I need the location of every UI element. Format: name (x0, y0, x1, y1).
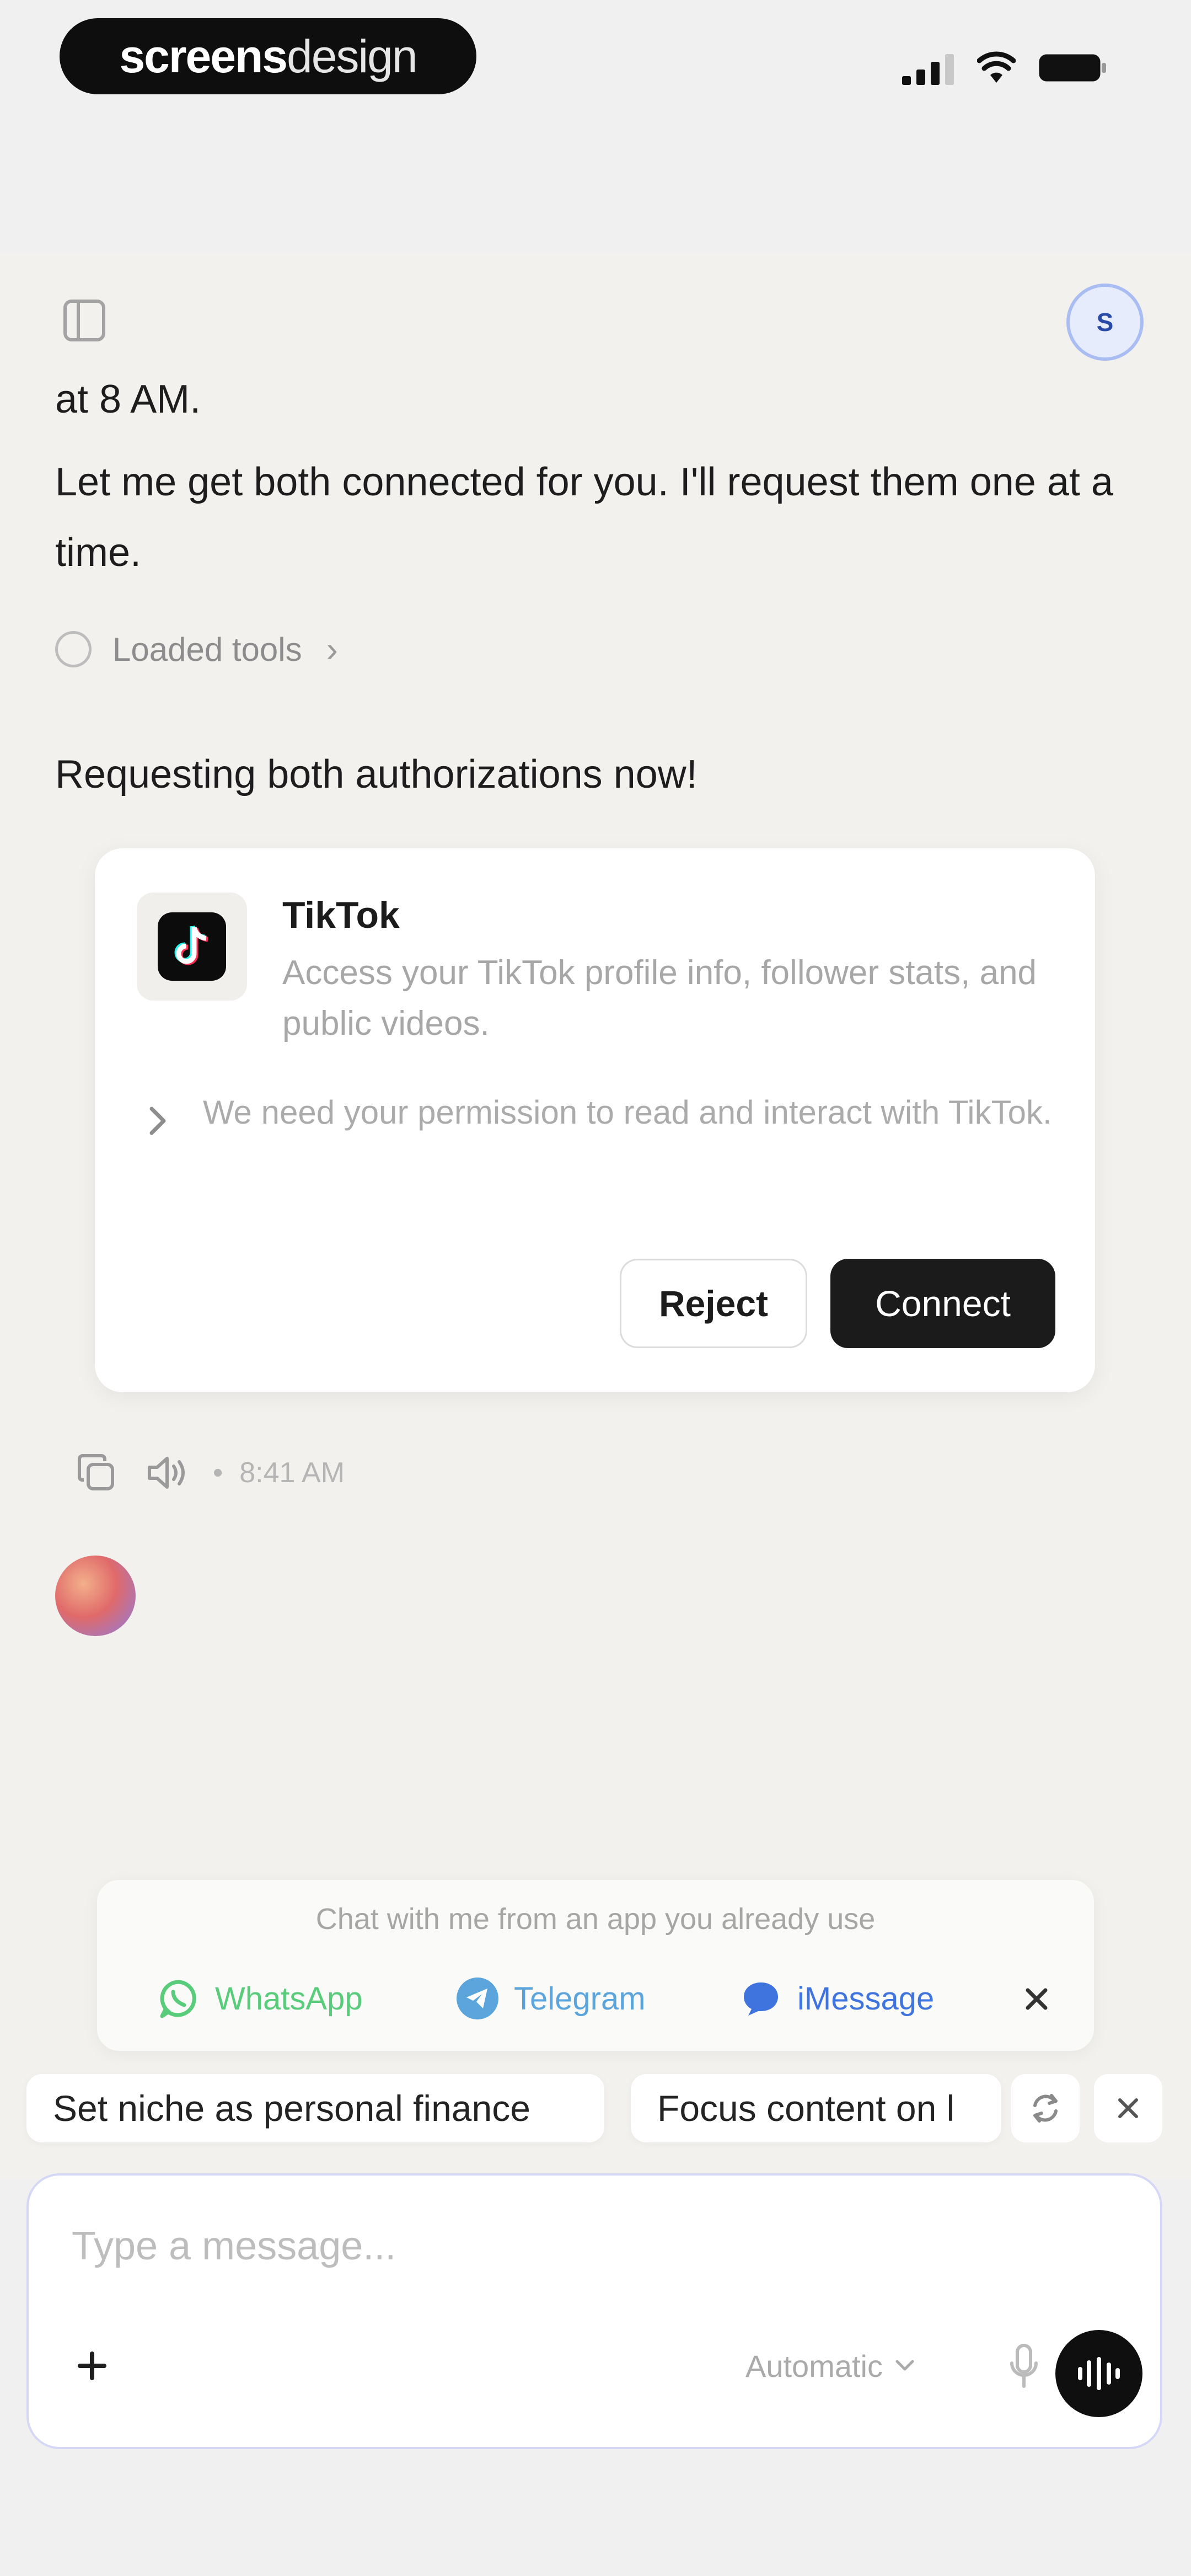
app-screen: screens design S at 8 AM. Let me get bot… (0, 0, 1191, 2576)
sidebar-toggle-icon[interactable] (62, 298, 107, 343)
speaker-icon (148, 1457, 185, 1489)
model-select[interactable]: Automatic (745, 2341, 915, 2391)
brand-part-1: screens (119, 30, 288, 82)
message-meta: • 8:41 AM (72, 1445, 345, 1500)
copy-icon (78, 1454, 114, 1490)
signal-icon (902, 54, 954, 85)
message-composer: Automatic (26, 2173, 1162, 2449)
whatsapp-label: WhatsApp (215, 1980, 363, 2017)
whatsapp-channel[interactable]: WhatsApp (158, 1974, 363, 2023)
dismiss-suggestions-button[interactable] (1094, 2074, 1162, 2142)
tiktok-icon (158, 912, 226, 981)
brand-part-2: design (287, 30, 418, 82)
loaded-tools-toggle[interactable]: Loaded tools › (55, 624, 338, 674)
brand-logo: screens design (60, 18, 476, 94)
assistant-message-status: Requesting both authorizations now! (55, 752, 698, 797)
microphone-button[interactable] (999, 2339, 1049, 2394)
chevron-right-icon: › (326, 629, 338, 669)
model-select-value: Automatic (745, 2348, 883, 2383)
app-name: TikTok (282, 894, 400, 936)
imessage-icon (740, 1978, 782, 2019)
channel-prompt: Chat with me from an app you already use (315, 1902, 876, 1936)
imessage-label: iMessage (797, 1980, 935, 2017)
close-icon (1118, 2098, 1138, 2118)
chevron-right-icon (149, 1107, 166, 1135)
voice-mode-button[interactable] (1055, 2330, 1142, 2417)
plus-icon (78, 2351, 106, 2380)
refresh-suggestions-button[interactable] (1011, 2074, 1080, 2142)
telegram-channel[interactable]: Telegram (457, 1974, 646, 2023)
assistant-message: Let me get both connected for you. I'll … (55, 460, 1113, 575)
whatsapp-icon (158, 1978, 200, 2019)
suggestion-chip[interactable]: Focus content on l (631, 2074, 1001, 2142)
permission-expand-toggle[interactable] (141, 1094, 174, 1147)
app-icon-container (137, 892, 247, 1001)
tool-status-icon (55, 631, 92, 667)
loaded-tools-label: Loaded tools (112, 630, 302, 668)
message-input[interactable] (71, 2215, 1010, 2277)
user-avatar[interactable]: S (1066, 284, 1144, 361)
microphone-icon (1010, 2344, 1038, 2388)
chevron-down-icon (895, 2360, 914, 2371)
waveform-icon (1078, 2357, 1120, 2390)
speak-button[interactable] (143, 1448, 193, 1498)
battery-icon (1039, 54, 1106, 82)
copy-button[interactable] (72, 1448, 121, 1498)
nav-header (0, 121, 1191, 336)
separator-dot: • (213, 1457, 223, 1489)
add-attachment-button[interactable] (67, 2341, 117, 2391)
suggestion-chip[interactable]: Set niche as personal finance (26, 2074, 604, 2142)
status-bar: screens design (0, 0, 1191, 121)
connect-button[interactable]: Connect (830, 1259, 1055, 1348)
telegram-label: Telegram (514, 1980, 646, 2017)
message-time: 8:41 AM (239, 1457, 345, 1489)
close-icon (1026, 1988, 1048, 2010)
wifi-icon (977, 51, 1016, 83)
assistant-message-line: at 8 AM. (55, 377, 201, 421)
reject-button[interactable]: Reject (620, 1259, 807, 1348)
telegram-icon (457, 1978, 498, 2019)
agent-avatar (55, 1556, 136, 1636)
app-description: Access your TikTok profile info, followe… (282, 954, 1037, 1043)
authorization-card: TikTok Access your TikTok profile info, … (95, 848, 1095, 1392)
permission-text: We need your permission to read and inte… (203, 1094, 1052, 1131)
close-channel-card-button[interactable] (1015, 1977, 1059, 2021)
refresh-icon (1033, 2094, 1058, 2123)
channel-connect-card: Chat with me from an app you already use… (97, 1880, 1094, 2051)
bottom-safe-area (0, 2482, 1191, 2576)
imessage-channel[interactable]: iMessage (740, 1974, 934, 2023)
